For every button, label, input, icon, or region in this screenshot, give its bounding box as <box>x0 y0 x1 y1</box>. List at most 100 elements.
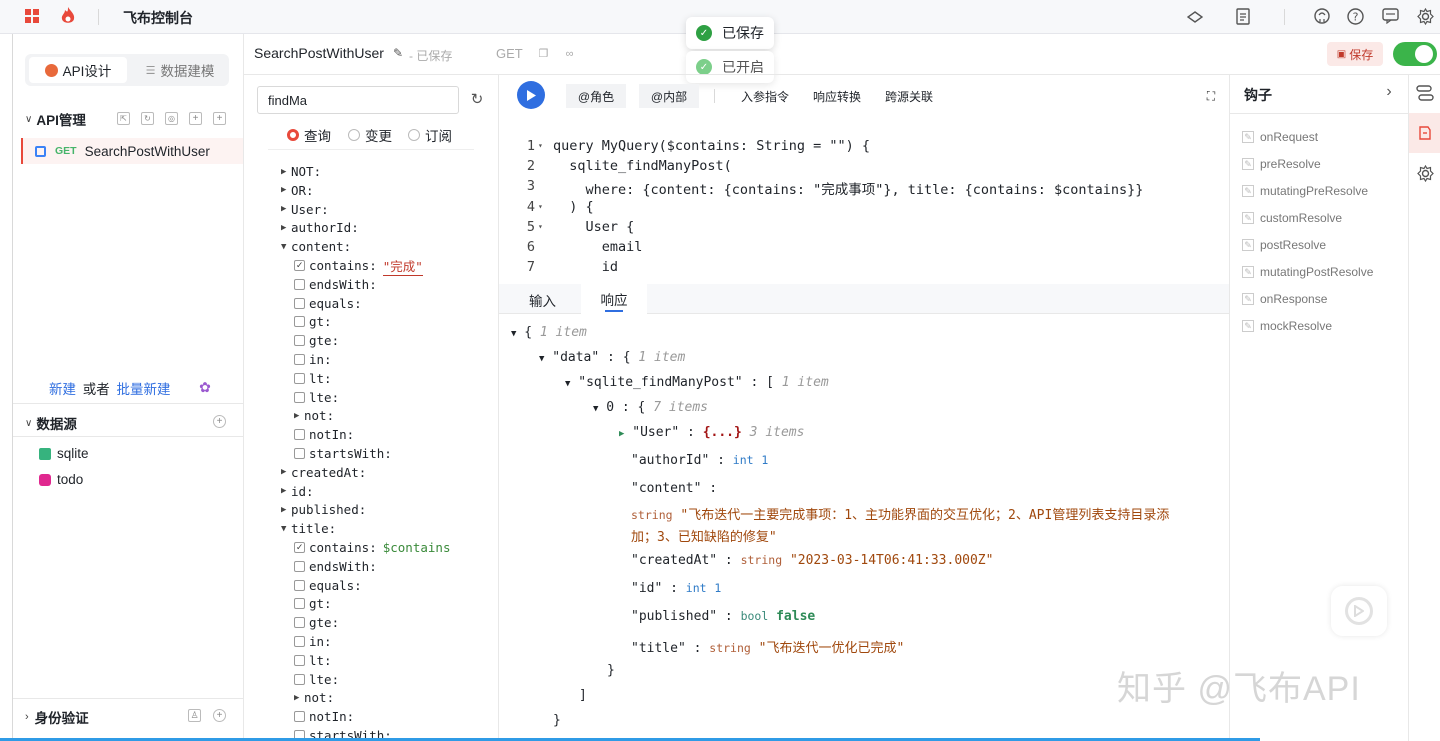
new-link[interactable]: 新建 <box>49 382 76 397</box>
tree-field-value[interactable]: "完成" <box>382 256 423 276</box>
caret-down-icon[interactable]: ▼ <box>511 329 516 339</box>
caret-down-icon[interactable]: ▼ <box>281 524 291 534</box>
checkbox-icon[interactable] <box>294 617 305 629</box>
caret-right-icon[interactable]: ▶ <box>281 204 291 214</box>
tree-field[interactable]: ▶ published: <box>281 500 366 519</box>
refresh-icon[interactable]: ↻ <box>141 112 154 125</box>
tab-api-design[interactable]: API设计 <box>29 57 127 83</box>
enable-toggle[interactable] <box>1393 42 1437 66</box>
checkbox-icon[interactable] <box>294 278 305 290</box>
hook-item[interactable]: ✎ postResolve <box>1242 235 1326 255</box>
op-radio-subscription[interactable]: 订阅 <box>408 125 452 145</box>
caret-right-icon[interactable]: ▶ <box>294 693 304 703</box>
copy-icon[interactable]: ❐ <box>537 47 550 60</box>
edit-pencil-icon[interactable]: ✎ <box>391 45 405 61</box>
internal-directive-button[interactable]: @内部 <box>639 84 699 108</box>
document-icon[interactable] <box>1234 7 1252 25</box>
checkbox-icon[interactable] <box>294 429 305 441</box>
caret-right-icon[interactable]: ▶ <box>281 167 291 177</box>
auth-section-header[interactable]: › 身份验证 <box>25 707 89 727</box>
checkbox-icon[interactable] <box>294 448 305 459</box>
tree-field[interactable]: endsWith: <box>294 275 377 294</box>
caret-down-icon[interactable]: ▼ <box>281 242 291 252</box>
batch-new-link[interactable]: 批量新建 <box>117 382 171 397</box>
checkbox-icon[interactable] <box>294 711 305 723</box>
caret-down-icon[interactable]: ▼ <box>565 379 570 389</box>
collapse-all-icon[interactable]: ⇱ <box>117 112 130 125</box>
tree-field[interactable]: ✓ contains: $contains <box>294 538 450 557</box>
tree-field[interactable]: gte: <box>294 331 339 350</box>
checkbox-icon[interactable] <box>294 560 305 572</box>
checkbox-icon[interactable] <box>294 335 305 347</box>
apps-grid-icon[interactable] <box>24 8 40 24</box>
datasource-section-header[interactable]: ∨ 数据源 <box>25 413 77 433</box>
datasource-item-sqlite[interactable]: sqlite <box>39 446 89 461</box>
hook-item[interactable]: ✎ mockResolve <box>1242 316 1332 336</box>
checkbox-icon[interactable] <box>294 297 305 309</box>
tab-response[interactable]: 响应 <box>581 284 647 314</box>
hook-item[interactable]: ✎ onRequest <box>1242 127 1318 147</box>
tree-field[interactable]: lte: <box>294 388 339 407</box>
cross-source-button[interactable]: 跨源关联 <box>879 84 939 108</box>
json-collapsed[interactable]: {...} <box>703 425 742 440</box>
tree-field[interactable]: gte: <box>294 613 339 632</box>
response-transform-button[interactable]: 响应转换 <box>807 84 867 108</box>
link-icon[interactable]: ∞ <box>563 47 576 60</box>
target-icon[interactable]: ◎ <box>165 112 178 125</box>
tree-field[interactable]: gt: <box>294 594 332 613</box>
message-icon[interactable] <box>1381 7 1399 25</box>
checkbox-icon[interactable] <box>294 391 305 403</box>
hook-item[interactable]: ✎ preResolve <box>1242 154 1321 174</box>
tree-field-value[interactable]: $contains <box>383 540 451 555</box>
run-button[interactable] <box>517 81 545 109</box>
tree-field[interactable]: in: <box>294 632 332 651</box>
add-datasource-icon[interactable]: + <box>213 415 226 428</box>
tree-field[interactable]: notIn: <box>294 707 354 726</box>
checkbox-icon[interactable] <box>294 372 305 384</box>
caret-right-icon[interactable]: ▶ <box>281 467 291 477</box>
github-icon[interactable] <box>1313 7 1331 25</box>
tree-field[interactable]: lte: <box>294 670 339 689</box>
tree-field[interactable]: ▶ OR: <box>281 181 314 200</box>
save-button[interactable]: ▣ 保存 <box>1327 42 1383 66</box>
input-directive-button[interactable]: 入参指令 <box>735 84 795 108</box>
magic-icon[interactable]: ✿ <box>197 379 213 395</box>
code-editor[interactable]: 1 2 3 4 5 6 7 ▾ ▾ ▾ query MyQuery($conta… <box>499 134 1229 284</box>
tree-field[interactable]: ▶ createdAt: <box>281 463 366 482</box>
settings-gear-icon[interactable] <box>1416 7 1434 25</box>
fold-icon[interactable]: ▾ <box>538 222 543 231</box>
refresh-icon[interactable]: ↻ <box>468 90 486 108</box>
checkbox-icon[interactable] <box>294 579 305 591</box>
expand-icon[interactable]: ⛶ <box>1204 89 1218 103</box>
caret-right-icon[interactable]: ▶ <box>281 185 291 195</box>
caret-down-icon[interactable]: ▼ <box>593 404 598 414</box>
tree-field[interactable]: ▼ content: <box>281 237 351 256</box>
checkbox-icon[interactable] <box>294 636 305 647</box>
help-icon[interactable]: ? <box>1346 7 1364 25</box>
tree-field[interactable]: in: <box>294 350 332 369</box>
flow-icon[interactable] <box>1415 83 1435 103</box>
checkbox-icon[interactable] <box>294 354 305 365</box>
caret-right-icon[interactable]: ▶ <box>294 411 304 421</box>
add-folder-icon[interactable]: + <box>189 112 202 125</box>
api-section-header[interactable]: ∨ API管理 <box>25 109 235 129</box>
hook-item[interactable]: ✎ mutatingPostResolve <box>1242 262 1373 282</box>
caret-right-icon[interactable]: ▶ <box>281 505 291 515</box>
user-icon[interactable]: ♙ <box>188 709 201 722</box>
hook-rail-tab[interactable] <box>1409 113 1440 153</box>
checkbox-checked-icon[interactable]: ✓ <box>294 260 305 271</box>
tree-field[interactable]: startsWith: <box>294 444 392 463</box>
tree-field[interactable]: ▼ title: <box>281 519 336 538</box>
checkbox-icon[interactable] <box>294 654 305 666</box>
api-list-item[interactable]: GET SearchPostWithUser <box>21 138 243 164</box>
checkbox-icon[interactable] <box>294 316 305 328</box>
tree-field[interactable]: ▶ NOT: <box>281 162 321 181</box>
layers-icon[interactable] <box>1186 9 1204 25</box>
add-api-icon[interactable]: + <box>213 112 226 125</box>
op-radio-query[interactable]: 查询 <box>287 125 331 145</box>
op-radio-mutation[interactable]: 变更 <box>348 125 392 145</box>
caret-right-icon[interactable]: ▶ <box>619 429 624 439</box>
tree-field[interactable]: ▶ User: <box>281 200 329 219</box>
hook-item[interactable]: ✎ onResponse <box>1242 289 1327 309</box>
caret-right-icon[interactable]: ▶ <box>281 223 291 233</box>
